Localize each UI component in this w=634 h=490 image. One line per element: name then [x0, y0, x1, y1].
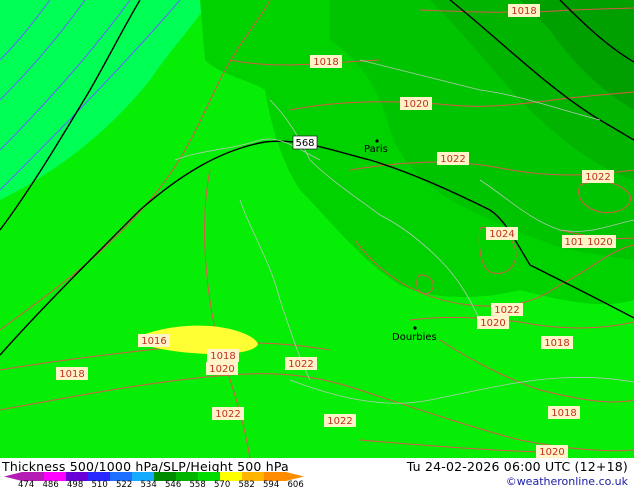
- pressure-label: 1020: [477, 316, 509, 329]
- svg-text:568: 568: [295, 138, 314, 149]
- scale-tick: 594: [263, 480, 280, 490]
- scale-tick: 474: [18, 480, 35, 490]
- city-label-dourbies: Dourbies: [392, 332, 437, 343]
- color-scale-ticks: 474 486 498 510 522 534 546 558 570 582 594 606: [0, 481, 330, 490]
- svg-text:1024: 1024: [489, 229, 514, 240]
- pressure-label: 1024: [486, 227, 518, 240]
- svg-text:1022: 1022: [585, 172, 610, 183]
- svg-text:1022: 1022: [288, 359, 313, 370]
- svg-text:1022: 1022: [215, 409, 240, 420]
- weather-map-view: 1018 1018 1020 1022 1022 1024 101 1020 1…: [0, 0, 634, 490]
- pressure-label: 1020: [400, 97, 432, 110]
- pressure-label: 101: [562, 235, 586, 248]
- scale-tick: 582: [238, 480, 255, 490]
- svg-text:1022: 1022: [327, 416, 352, 427]
- pressure-label: 1020: [536, 445, 568, 458]
- pressure-label: 1022: [491, 303, 523, 316]
- pressure-label: 1022: [285, 357, 317, 370]
- pressure-label: 1022: [212, 407, 244, 420]
- city-dot: [413, 326, 417, 330]
- pressure-label: 1018: [508, 4, 540, 17]
- city-label-paris: Paris: [364, 144, 388, 155]
- pressure-label: 1018: [310, 55, 342, 68]
- scale-tick: 510: [91, 480, 108, 490]
- scale-tick: 558: [189, 480, 206, 490]
- pressure-label: 1020: [206, 362, 238, 375]
- credit-link[interactable]: ©weatheronline.co.uk: [506, 475, 628, 488]
- pressure-label: 1022: [437, 152, 469, 165]
- svg-text:1020: 1020: [587, 237, 612, 248]
- svg-text:1016: 1016: [141, 336, 166, 347]
- pressure-label: 1022: [324, 414, 356, 427]
- scale-tick: 498: [67, 480, 84, 490]
- scale-tick: 486: [42, 480, 59, 490]
- pressure-label: 1018: [548, 406, 580, 419]
- svg-text:1020: 1020: [539, 447, 564, 458]
- city-dot: [375, 139, 379, 143]
- svg-text:1018: 1018: [511, 6, 536, 17]
- svg-text:1020: 1020: [209, 364, 234, 375]
- svg-text:1020: 1020: [403, 99, 428, 110]
- scale-tick: 522: [116, 480, 133, 490]
- svg-text:1018: 1018: [551, 408, 576, 419]
- svg-text:101: 101: [564, 237, 583, 248]
- pressure-label: 1020: [584, 235, 616, 248]
- scale-tick: 570: [214, 480, 231, 490]
- pressure-label: 1018: [56, 367, 88, 380]
- scale-tick: 546: [165, 480, 182, 490]
- svg-text:1018: 1018: [210, 351, 235, 362]
- pressure-label: 1022: [582, 170, 614, 183]
- pressure-label: 1016: [138, 334, 170, 347]
- thickness-map: 1018 1018 1020 1022 1022 1024 101 1020 1…: [0, 0, 634, 458]
- scale-tick: 606: [287, 480, 304, 490]
- pressure-label: 1018: [541, 336, 573, 349]
- svg-text:1020: 1020: [480, 318, 505, 329]
- scale-tick: 534: [140, 480, 157, 490]
- svg-text:1018: 1018: [544, 338, 569, 349]
- svg-text:1018: 1018: [59, 369, 84, 380]
- pressure-label: 1018: [207, 349, 239, 362]
- svg-text:1022: 1022: [440, 154, 465, 165]
- height-label: 568: [292, 135, 318, 150]
- svg-text:1018: 1018: [313, 57, 338, 68]
- valid-time: Tu 24-02-2026 06:00 UTC (12+18): [406, 459, 628, 474]
- svg-text:1022: 1022: [494, 305, 519, 316]
